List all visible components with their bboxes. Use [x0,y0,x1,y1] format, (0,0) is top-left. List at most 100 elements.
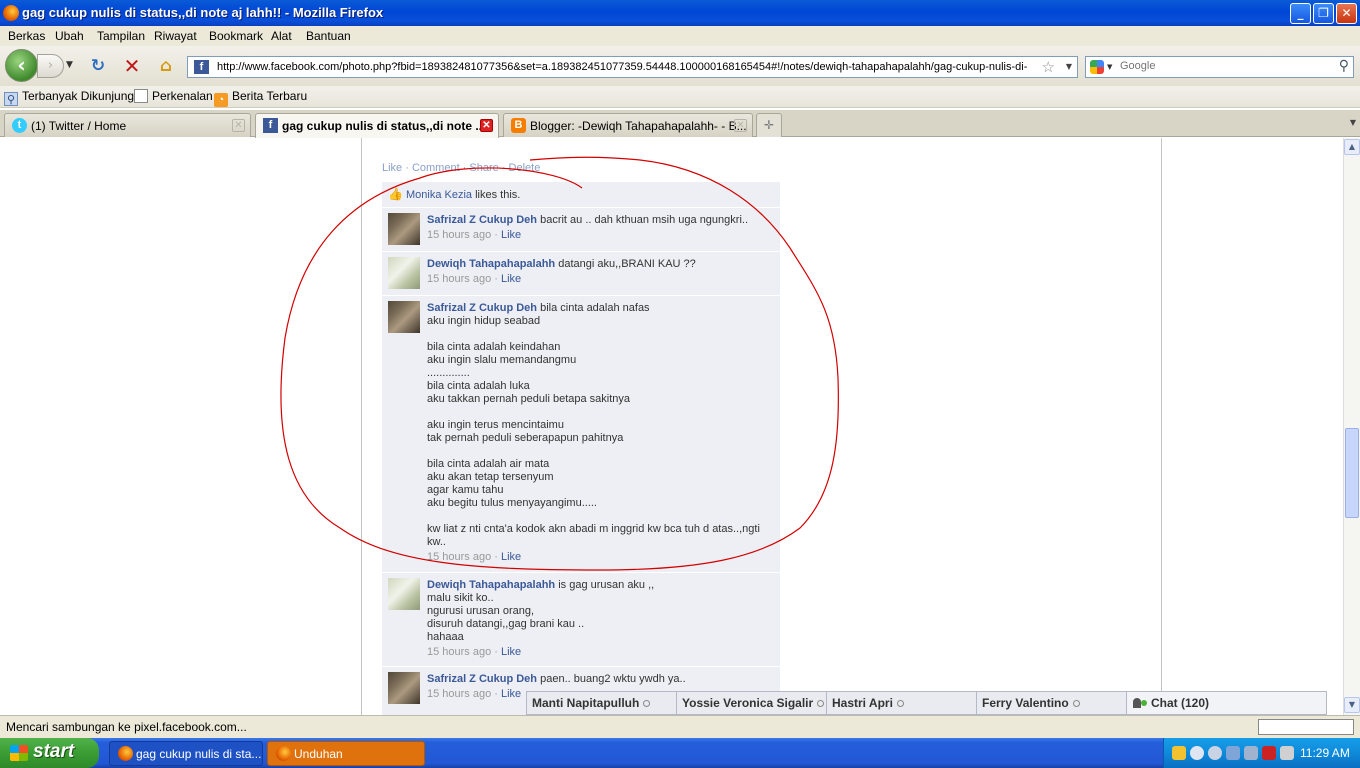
vertical-scrollbar[interactable]: ▲ ▼ [1343,138,1360,715]
tab-close-icon[interactable]: ✕ [480,119,493,132]
menu-tampilan[interactable]: Tampilan [97,29,145,43]
url-bar[interactable]: f http://www.facebook.com/photo.php?fbid… [187,56,1078,78]
ati-icon[interactable] [1262,746,1276,760]
search-input[interactable] [1120,60,1320,72]
page-content: Like · Comment · Share · Delete 👍 Monika… [0,138,1343,715]
messenger-icon[interactable] [1190,746,1204,760]
tab-list-dropdown-icon[interactable]: ▼ [1350,118,1356,127]
menu-bantuan[interactable]: Bantuan [306,29,351,43]
comment-time: 15 hours ago [427,688,492,700]
page-icon [134,89,148,103]
twitter-bird-icon: t [12,118,27,133]
bookmark-star-icon[interactable]: ☆ [1042,58,1055,76]
url-text[interactable]: http://www.facebook.com/photo.php?fbid=1… [217,61,1037,73]
tab-facebook-note[interactable]: f gag cukup nulis di status,,di note ...… [255,113,499,138]
display-icon[interactable] [1226,746,1240,760]
menu-alat[interactable]: Alat [271,29,292,43]
taskbar-item-downloads[interactable]: Unduhan [267,741,425,766]
home-icon[interactable]: ⌂ [156,56,176,76]
history-dropdown-icon[interactable]: ▼ [66,60,73,70]
comment-author[interactable]: Dewiqh Tahapahapalahh [427,258,555,270]
back-button[interactable]: ‹ [5,49,38,82]
avatar[interactable] [388,257,420,289]
menu-berkas[interactable]: Berkas [8,29,45,43]
comment-item: Dewiqh Tahapahapalahh datangi aku,,BRANI… [382,251,780,295]
comment-author[interactable]: Safrizal Z Cukup Deh [427,214,537,226]
minimize-button[interactable]: _ [1290,3,1311,24]
chat-tab[interactable]: Hastri Apri [827,692,977,714]
search-icon[interactable]: ⚲ [1339,58,1349,74]
forward-button[interactable]: › [37,54,64,78]
clock: 11:29 AM [1300,746,1350,760]
network-icon[interactable] [1208,746,1222,760]
page-border-right [1161,138,1162,715]
title-bar[interactable]: gag cukup nulis di status,,di note aj la… [0,0,1360,26]
comment-author[interactable]: Safrizal Z Cukup Deh [427,302,537,314]
comment-author[interactable]: Dewiqh Tahapahapalahh [427,579,555,591]
avatar[interactable] [388,672,420,704]
bookmark-berita-terbaru[interactable]: ◔ Berita Terbaru [214,89,307,107]
comment-like-link[interactable]: Like [501,646,521,658]
taskbar-item-firefox[interactable]: gag cukup nulis di sta... [109,741,263,766]
bookmark-most-visited[interactable]: ⚲ Terbanyak Dikunjungi [4,89,137,106]
scroll-down-icon[interactable]: ▼ [1344,697,1360,713]
scroll-up-icon[interactable]: ▲ [1344,139,1360,155]
menu-bookmark[interactable]: Bookmark [209,29,263,43]
tab-close-icon[interactable]: ✕ [734,119,747,132]
progress-bar [1258,719,1354,735]
comment-like-link[interactable]: Like [501,688,521,700]
comment-author[interactable]: Safrizal Z Cukup Deh [427,673,537,685]
chat-tab[interactable]: Manti Napitapulluh [527,692,677,714]
status-text: Mencari sambungan ke pixel.facebook.com.… [6,720,247,734]
maximize-button[interactable]: ❐ [1313,3,1334,24]
page-border-left [361,138,362,715]
menu-riwayat[interactable]: Riwayat [154,29,197,43]
comment-like-link[interactable]: Like [501,551,521,563]
status-bar: Mencari sambungan ke pixel.facebook.com.… [0,715,1360,738]
comment-item: Safrizal Z Cukup Deh bila cinta adalah n… [382,295,780,572]
likes-row: 👍 Monika Kezia likes this. [382,182,780,207]
google-icon[interactable] [1090,60,1104,74]
security-shield-icon[interactable] [1172,746,1186,760]
blogger-icon: B [511,118,526,133]
comment-like-link[interactable]: Like [501,229,521,241]
scroll-thumb[interactable] [1345,428,1359,518]
search-engine-dropdown-icon[interactable]: ▼ [1107,63,1112,71]
comment-item: Safrizal Z Cukup Deh bacrit au .. dah kt… [382,207,780,251]
avatar[interactable] [388,213,420,245]
reload-icon[interactable]: ↻ [88,56,108,76]
tab-blogger[interactable]: B Blogger: -Dewiqh Tahapahapalahh- - B..… [503,113,753,137]
comment-time: 15 hours ago [427,229,492,241]
tab-bar: t (1) Twitter / Home ✕ f gag cukup nulis… [0,110,1360,138]
tab-twitter[interactable]: t (1) Twitter / Home ✕ [4,113,251,137]
chat-main-button[interactable]: Chat (120) [1127,692,1326,714]
bookmark-perkenalan[interactable]: Perkenalan [134,89,213,103]
comment-like-link[interactable]: Like [501,273,521,285]
volume-icon[interactable] [1280,746,1294,760]
avatar[interactable] [388,301,420,333]
comment-text: paen.. buang2 wktu ywdh ya.. [540,673,686,685]
stop-icon[interactable]: ✕ [122,56,142,76]
comment-text: bacrit au .. dah kthuan msih uga ngungkr… [540,214,748,226]
note-actions[interactable]: Like · Comment · Share · Delete [382,162,540,174]
close-button[interactable]: ✕ [1336,3,1357,24]
person-icon [1133,698,1141,708]
tab-close-icon[interactable]: ✕ [232,119,245,132]
thumbs-up-icon: 👍 [388,187,403,201]
offline-status-icon [643,700,651,707]
menu-ubah[interactable]: Ubah [55,29,84,43]
liker-name[interactable]: Monika Kezia [406,189,472,201]
bookmarks-toolbar: ⚲ Terbanyak Dikunjungi Perkenalan ◔ Berita… [0,86,1360,108]
new-tab-button[interactable]: ✛ [756,113,782,137]
comment-time: 15 hours ago [427,646,492,658]
system-tray: 11:29 AM [1163,738,1360,768]
url-dropdown-icon[interactable]: ▼ [1066,62,1072,71]
drive-icon[interactable] [1244,746,1258,760]
search-bar[interactable]: ▼ ⚲ [1085,56,1354,78]
navigation-toolbar: ‹ › ▼ ↻ ✕ ⌂ f http://www.facebook.com/ph… [0,46,1360,86]
comment-item: Dewiqh Tahapahapalahh is gag urusan aku … [382,572,780,666]
chat-tab[interactable]: Yossie Veronica Sigalir [677,692,827,714]
start-button[interactable]: start [0,738,99,768]
chat-tab[interactable]: Ferry Valentino [977,692,1127,714]
avatar[interactable] [388,578,420,610]
